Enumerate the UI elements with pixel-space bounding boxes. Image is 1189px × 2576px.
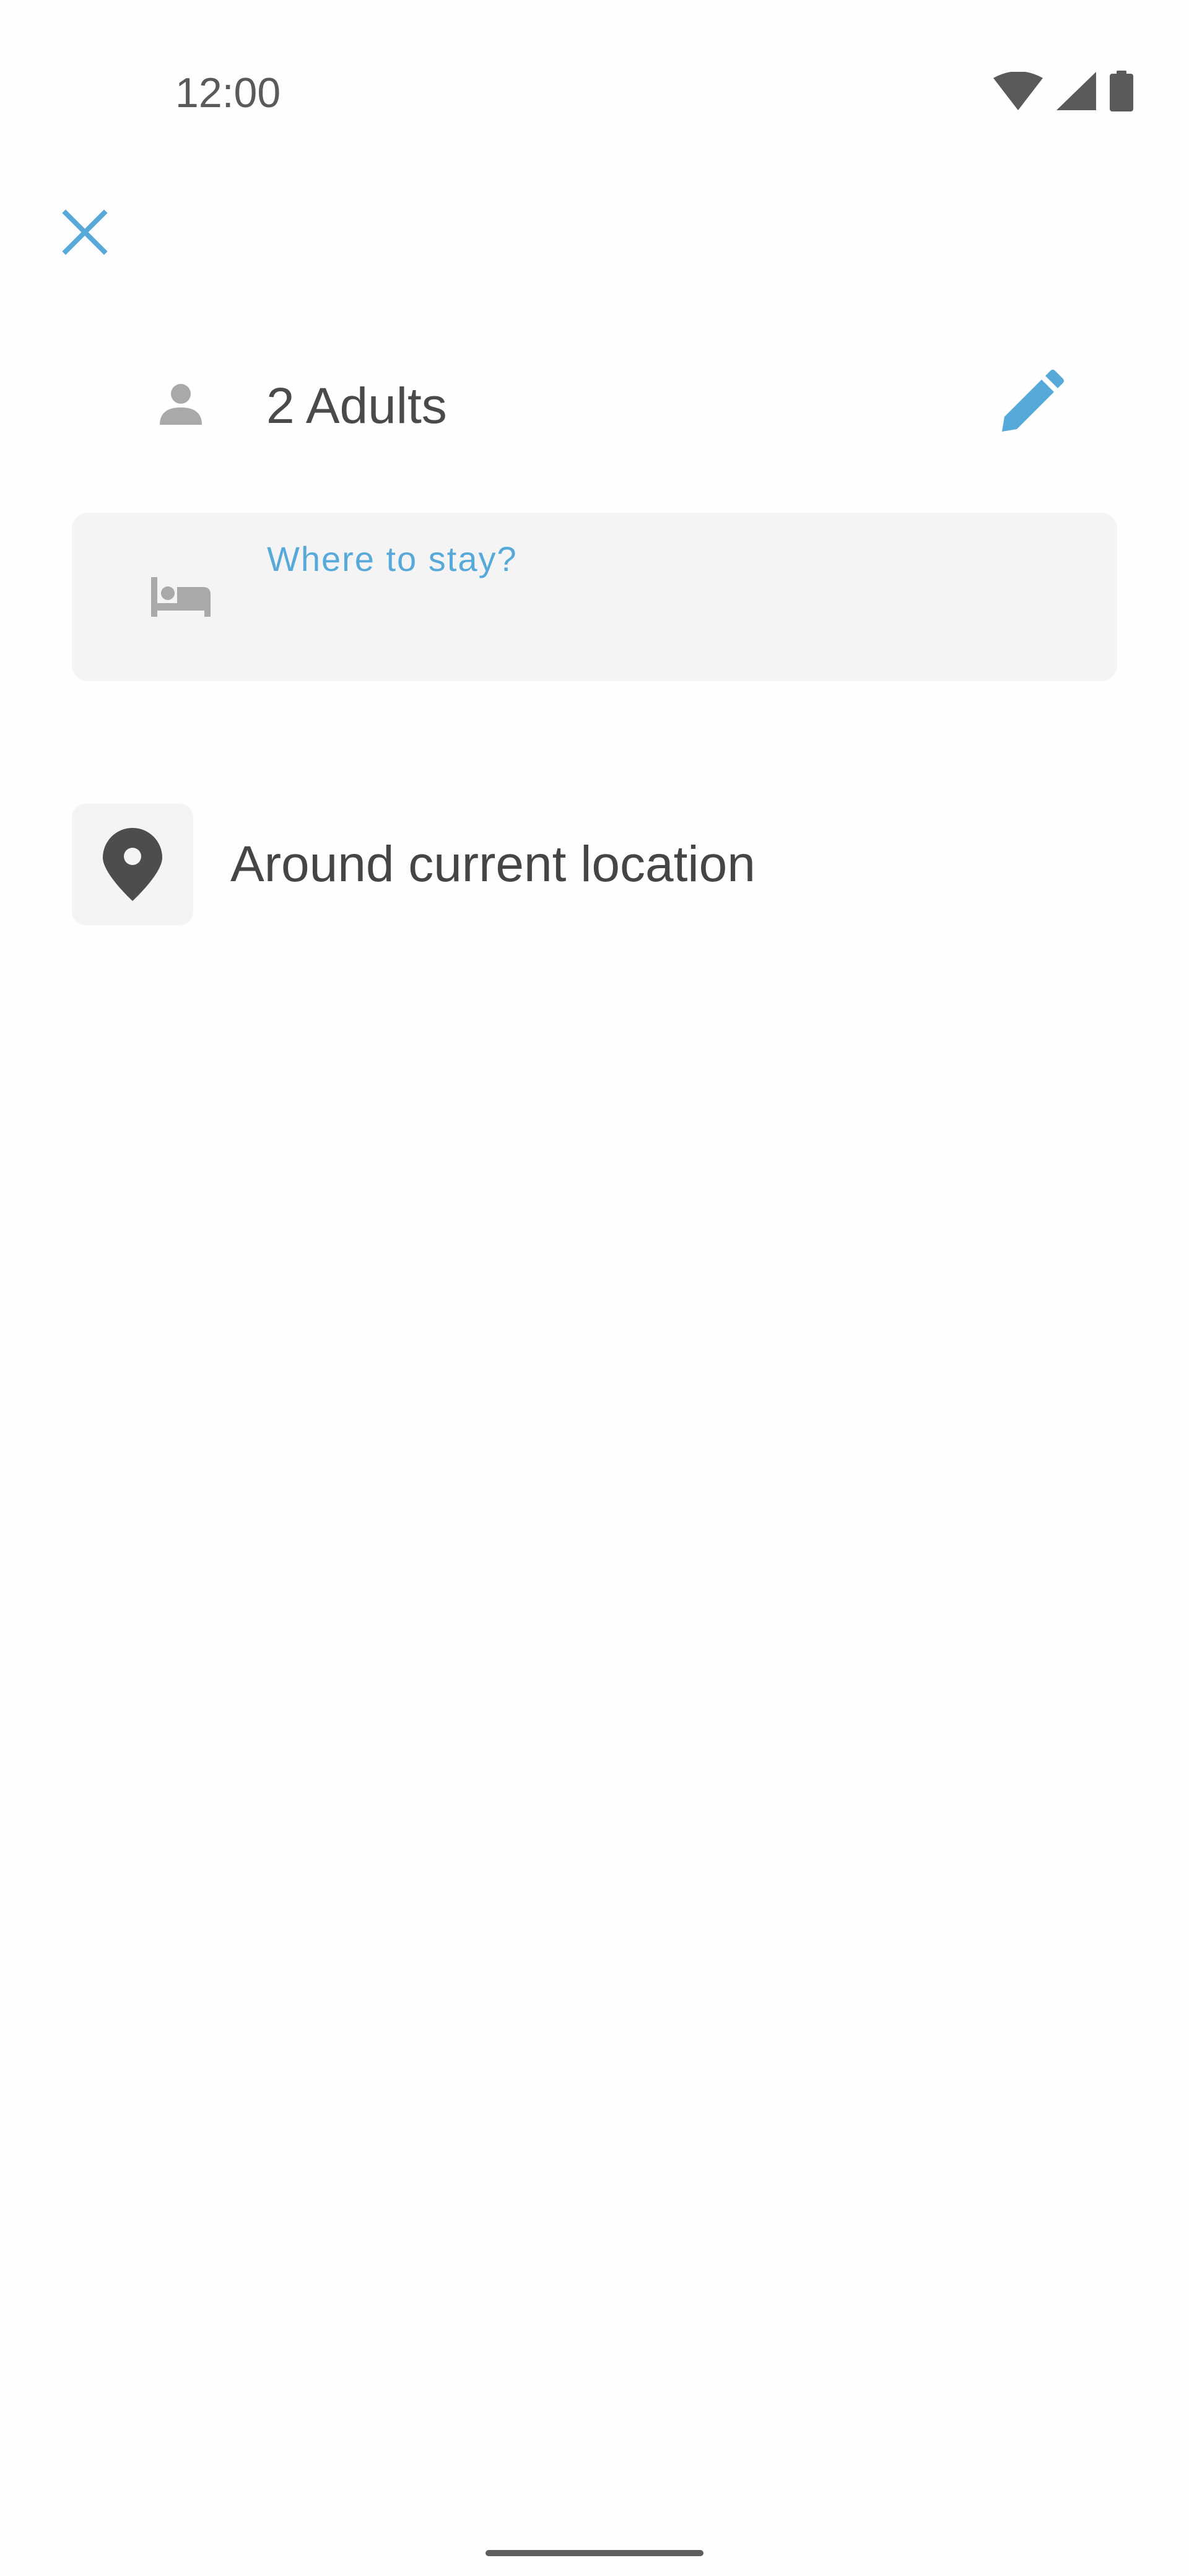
home-indicator[interactable] (486, 2550, 703, 2556)
where-to-stay-input[interactable] (267, 587, 1074, 656)
edit-guests-button[interactable] (994, 365, 1068, 440)
close-icon (62, 209, 108, 255)
screen: 12:00 2 Adults Where to stay? Around cur… (0, 0, 1189, 2576)
signal-icon (1056, 72, 1096, 110)
wifi-icon (993, 72, 1043, 110)
status-icons (993, 69, 1133, 113)
suggestion-label: Around current location (230, 836, 756, 892)
location-pin-icon (103, 828, 162, 901)
suggestion-icon-box (72, 804, 193, 925)
status-time: 12:00 (175, 69, 281, 116)
battery-icon (1110, 71, 1133, 111)
bed-icon (151, 577, 211, 617)
close-button[interactable] (57, 204, 113, 260)
guests-row: 2 Adults (0, 359, 1189, 446)
guests-label: 2 Adults (266, 378, 447, 434)
suggestion-current-location[interactable]: Around current location (72, 804, 1117, 925)
where-to-stay-field[interactable]: Where to stay? (72, 513, 1117, 681)
where-to-stay-label: Where to stay? (267, 539, 518, 578)
pencil-icon (1002, 370, 1064, 432)
status-bar: 12:00 (0, 0, 1189, 186)
person-icon (160, 384, 202, 425)
